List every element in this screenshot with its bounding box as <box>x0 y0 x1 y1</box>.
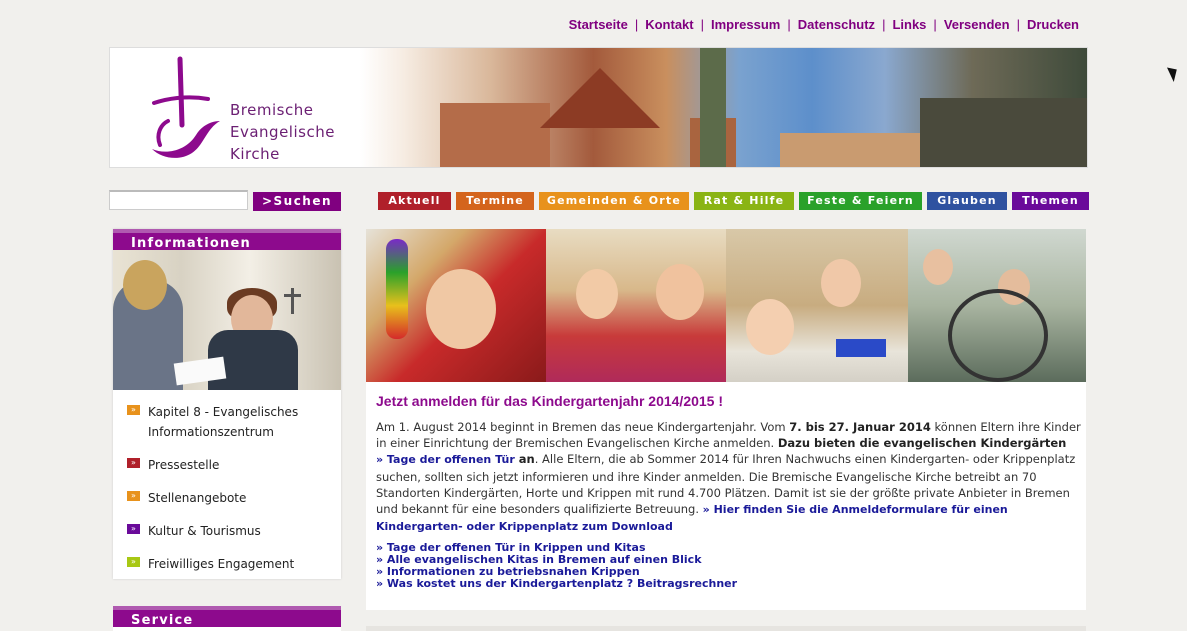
top-link-versenden[interactable]: Versenden <box>944 17 1010 32</box>
search-button[interactable]: >Suchen <box>253 192 341 211</box>
logo-text: Bremische Evangelische Kirche <box>230 100 335 166</box>
sidebar-informationen: Informationen » Kapitel 8 - Evangelisches… <box>113 229 341 579</box>
article-body: Am 1. August 2014 beginnt in Bremen das … <box>376 420 1081 534</box>
nav-item-termine[interactable]: Termine <box>456 192 534 210</box>
arrow-bullet-icon: » <box>127 458 140 468</box>
nav-item-rat-hilfe[interactable]: Rat & Hilfe <box>694 192 794 210</box>
service-heading: Service <box>113 606 341 628</box>
sidebar-heading: Informationen <box>113 229 341 251</box>
arrow-bullet-icon: » <box>127 557 140 567</box>
top-link-drucken[interactable]: Drucken <box>1027 17 1079 32</box>
sidebar-list: » Kapitel 8 - Evangelisches Informationsz… <box>113 390 341 574</box>
top-link-impressum[interactable]: Impressum <box>711 17 780 32</box>
article-title: Jetzt anmelden für das Kindergartenjahr … <box>376 393 724 409</box>
kindergarten-photo-strip <box>366 229 1086 382</box>
link-tage-der-offenen-tuer[interactable]: » Tage der offenen Tür <box>376 453 515 466</box>
top-link-datenschutz[interactable]: Datenschutz <box>798 17 875 32</box>
arrow-bullet-icon: » <box>127 491 140 501</box>
sidebar-item-engagement[interactable]: » Freiwilliges Engagement <box>127 554 341 574</box>
top-links: Startseite | Kontakt | Impressum | Datenschutz… <box>568 17 1079 32</box>
logo-line-3: Kirche <box>230 145 280 163</box>
article-links: » Tage der offenen Tür in Krippen und Ki… <box>376 542 737 590</box>
cross-logo-icon <box>152 56 220 158</box>
logo[interactable]: Bremische Evangelische Kirche <box>110 48 360 167</box>
link-beitragsrechner[interactable]: » Was kostet uns der Kindergartenplatz ?… <box>376 578 737 590</box>
sidebar-photo <box>113 250 341 390</box>
arrow-bullet-icon: » <box>127 524 140 534</box>
nav-item-glauben[interactable]: Glauben <box>927 192 1007 210</box>
header-banner: Bremische Evangelische Kirche <box>109 47 1088 168</box>
sidebar-item-kultur[interactable]: » Kultur & Tourismus <box>127 521 341 541</box>
top-link-startseite[interactable]: Startseite <box>569 17 628 32</box>
main-nav: Aktuell Termine Gemeinden & Orte Rat & H… <box>378 192 1089 210</box>
nav-item-themen[interactable]: Themen <box>1012 192 1089 210</box>
arrow-bullet-icon: » <box>127 405 140 415</box>
nav-item-aktuell[interactable]: Aktuell <box>378 192 451 210</box>
sidebar-item-kapitel8[interactable]: » Kapitel 8 - Evangelisches Informationsz… <box>127 402 341 442</box>
sidebar-item-pressestelle[interactable]: » Pressestelle <box>127 455 341 475</box>
main-content: Jetzt anmelden für das Kindergartenjahr … <box>366 229 1086 610</box>
bremen-cityscape-image <box>360 48 1087 167</box>
next-content-box <box>366 626 1086 631</box>
nav-item-gemeinden[interactable]: Gemeinden & Orte <box>539 192 689 210</box>
top-link-links[interactable]: Links <box>892 17 926 32</box>
nav-item-feste[interactable]: Feste & Feiern <box>799 192 922 210</box>
sidebar-item-stellenangebote[interactable]: » Stellenangebote <box>127 488 341 508</box>
mouse-cursor-icon <box>1166 64 1182 82</box>
search-input[interactable] <box>109 190 248 210</box>
sidebar-service: Service <box>113 606 341 631</box>
top-link-kontakt[interactable]: Kontakt <box>645 17 693 32</box>
logo-line-1: Bremische <box>230 101 314 119</box>
logo-line-2: Evangelische <box>230 123 335 141</box>
